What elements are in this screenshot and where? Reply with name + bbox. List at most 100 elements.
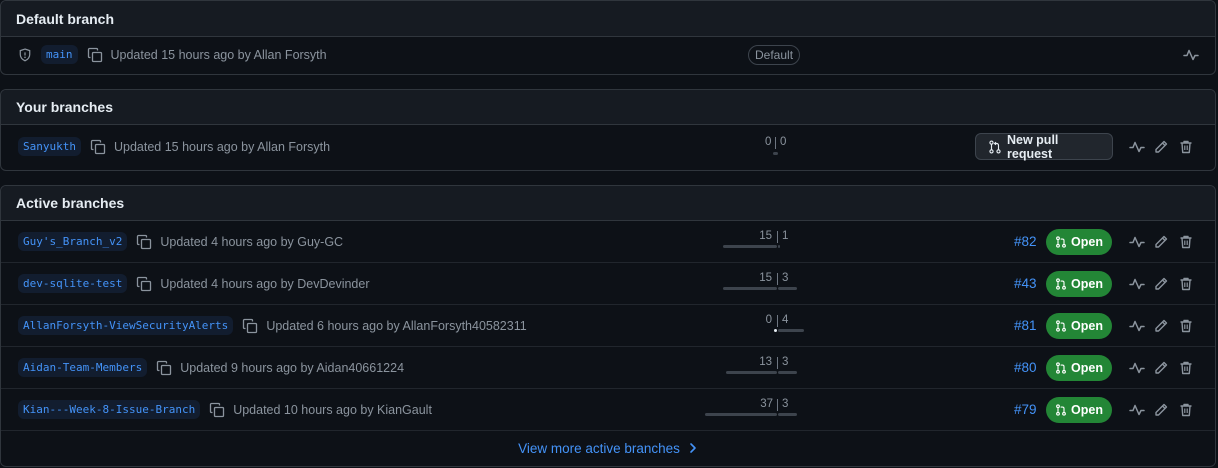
- branch-updated-meta: Updated 15 hours ago by Allan Forsyth: [110, 47, 327, 62]
- copy-icon[interactable]: [136, 234, 152, 250]
- activity-icon[interactable]: [1129, 139, 1145, 155]
- shield-icon: [18, 47, 32, 62]
- behind-bar: [723, 245, 777, 248]
- behind-count: 0: [765, 136, 772, 148]
- chevron-right-icon: [688, 442, 698, 454]
- open-status-label: Open: [1071, 361, 1103, 375]
- pull-request-link[interactable]: #82: [1014, 234, 1037, 249]
- ahead-behind-counts: 0 0: [761, 134, 801, 164]
- view-more-active-branches-link[interactable]: View more active branches: [1, 431, 1215, 465]
- behind-bar: [774, 329, 777, 332]
- active-branches-header: Active branches: [1, 186, 1215, 221]
- open-status-button[interactable]: Open: [1046, 229, 1112, 255]
- ahead-count: 1: [782, 230, 789, 242]
- branch-name-link[interactable]: Kian---Week-8-Issue-Branch: [18, 400, 201, 419]
- ahead-behind-divider: [777, 357, 778, 369]
- ahead-behind-counts: 0 4: [721, 314, 811, 344]
- trash-icon[interactable]: [1178, 234, 1194, 250]
- active-branch-row: Guy's_Branch_v2 Updated 4 hours ago by G…: [1, 221, 1215, 263]
- open-status-label: Open: [1071, 235, 1103, 249]
- copy-icon[interactable]: [156, 360, 172, 376]
- copy-icon[interactable]: [242, 318, 258, 334]
- active-branch-row: AllanForsyth-ViewSecurityAlerts Updated …: [1, 305, 1215, 347]
- pencil-icon[interactable]: [1153, 360, 1169, 376]
- open-status-button[interactable]: Open: [1046, 355, 1112, 381]
- branch-name-link[interactable]: Sanyukth: [18, 137, 81, 156]
- pull-request-link[interactable]: #81: [1014, 318, 1037, 333]
- copy-icon[interactable]: [209, 402, 225, 418]
- pencil-icon[interactable]: [1153, 234, 1169, 250]
- open-status-label: Open: [1071, 319, 1103, 333]
- open-status-button[interactable]: Open: [1046, 313, 1112, 339]
- copy-icon[interactable]: [90, 139, 106, 155]
- activity-icon[interactable]: [1183, 47, 1199, 63]
- pencil-icon[interactable]: [1153, 402, 1169, 418]
- activity-icon[interactable]: [1129, 402, 1145, 418]
- pull-request-link[interactable]: #79: [1014, 402, 1037, 417]
- ahead-count: 3: [782, 356, 789, 368]
- ahead-behind-bar: [773, 152, 778, 155]
- default-branch-box: Default branch main Updated 15 hours ago…: [0, 0, 1216, 75]
- copy-icon[interactable]: [136, 276, 152, 292]
- behind-bar: [705, 413, 777, 416]
- view-more-label: View more active branches: [518, 440, 680, 456]
- branch-name-link[interactable]: AllanForsyth-ViewSecurityAlerts: [18, 316, 234, 335]
- active-branches-title: Active branches: [16, 195, 125, 211]
- your-branches-box: Your branches Sanyukth Updated 15 hours …: [0, 89, 1216, 171]
- open-status-label: Open: [1071, 403, 1103, 417]
- ahead-behind-counts: 15 3: [721, 272, 811, 302]
- ahead-count: 3: [782, 398, 789, 410]
- pull-request-icon: [1055, 362, 1067, 374]
- branch-updated-meta: Updated 6 hours ago by AllanForsyth40582…: [266, 318, 527, 333]
- trash-icon[interactable]: [1178, 402, 1194, 418]
- pull-request-icon: [1055, 320, 1067, 332]
- branch-updated-meta: Updated 15 hours ago by Allan Forsyth: [113, 139, 331, 154]
- branch-name-link[interactable]: main: [41, 45, 78, 64]
- behind-count: 0: [765, 314, 772, 326]
- pencil-icon[interactable]: [1153, 276, 1169, 292]
- ahead-count: 0: [780, 136, 787, 148]
- trash-icon[interactable]: [1178, 318, 1194, 334]
- copy-icon[interactable]: [87, 47, 103, 63]
- activity-icon[interactable]: [1129, 276, 1145, 292]
- ahead-behind-divider: [777, 315, 778, 327]
- default-branch-header: Default branch: [1, 1, 1215, 37]
- ahead-bar: [778, 329, 804, 332]
- behind-bar: [726, 371, 777, 374]
- ahead-behind-counts: 15 1: [721, 230, 811, 260]
- pull-request-link[interactable]: #80: [1014, 360, 1037, 375]
- open-status-button[interactable]: Open: [1046, 271, 1112, 297]
- new-pull-request-button[interactable]: New pull request: [975, 133, 1113, 161]
- ahead-behind-counts: 13 3: [721, 356, 811, 386]
- activity-icon[interactable]: [1129, 360, 1145, 376]
- pull-request-icon: [1055, 278, 1067, 290]
- ahead-bar: [778, 413, 797, 416]
- ahead-bar: [778, 245, 780, 248]
- behind-count: 15: [759, 272, 772, 284]
- behind-count: 13: [759, 356, 772, 368]
- branch-updated-meta: Updated 4 hours ago by Guy-GC: [160, 234, 344, 249]
- pencil-icon[interactable]: [1153, 318, 1169, 334]
- pull-request-link[interactable]: #43: [1014, 276, 1037, 291]
- open-status-button[interactable]: Open: [1046, 397, 1112, 423]
- trash-icon[interactable]: [1178, 276, 1194, 292]
- pull-request-icon: [1055, 236, 1067, 248]
- behind-count: 15: [759, 230, 772, 242]
- branch-updated-meta: Updated 10 hours ago by KianGault: [233, 402, 432, 417]
- pencil-icon[interactable]: [1153, 139, 1169, 155]
- active-branch-row: Kian---Week-8-Issue-Branch Updated 10 ho…: [1, 389, 1215, 431]
- activity-icon[interactable]: [1129, 234, 1145, 250]
- trash-icon[interactable]: [1178, 139, 1194, 155]
- activity-icon[interactable]: [1129, 318, 1145, 334]
- branch-name-link[interactable]: Guy's_Branch_v2: [18, 232, 128, 251]
- branch-name-link[interactable]: Aidan-Team-Members: [18, 358, 148, 377]
- trash-icon[interactable]: [1178, 360, 1194, 376]
- ahead-behind-divider: [775, 137, 776, 149]
- behind-count: 37: [760, 398, 773, 410]
- branch-updated-meta: Updated 9 hours ago by Aidan40661224: [180, 360, 405, 375]
- your-branch-row: Sanyukth Updated 15 hours ago by Allan F…: [1, 125, 1215, 168]
- branch-name-link[interactable]: dev-sqlite-test: [18, 274, 128, 293]
- default-branch-row: main Updated 15 hours ago by Allan Forsy…: [1, 37, 1215, 72]
- open-status-label: Open: [1071, 277, 1103, 291]
- behind-bar: [723, 287, 777, 290]
